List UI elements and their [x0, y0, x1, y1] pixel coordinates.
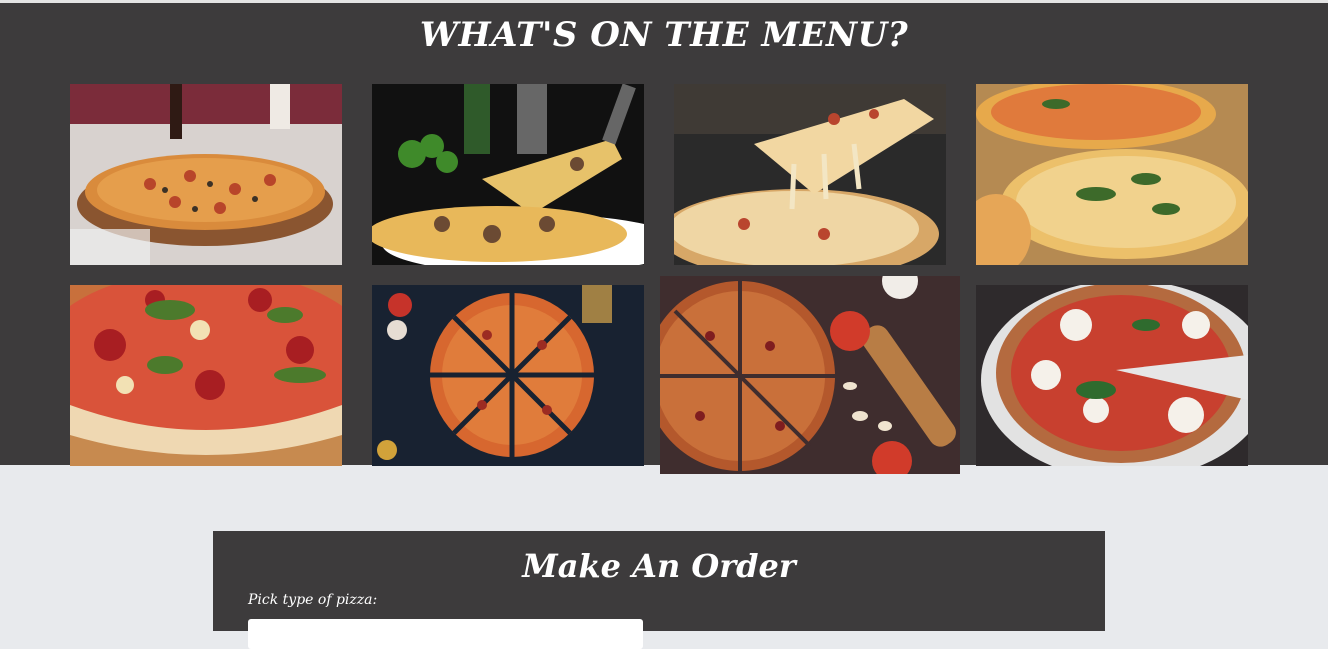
cheese-pull-pizza-photo [674, 84, 946, 265]
pizza-type-select[interactable] [248, 619, 643, 649]
order-form-panel: Make An Order Pick type of pizza: [213, 531, 1105, 649]
rolling-pin-pizza-photo [660, 276, 960, 474]
order-heading: Make An Order [522, 547, 796, 585]
pizza-type-label: Pick type of pizza: [248, 592, 378, 608]
mozzarella-neapolitan-photo [976, 285, 1248, 466]
menu-heading: WHAT'S ON THE MENU? [419, 15, 909, 55]
sliced-pizza-dark-board-photo [372, 285, 644, 466]
menu-section: WHAT'S ON THE MENU? [0, 3, 1328, 474]
mushroom-slice-server-photo [372, 84, 644, 265]
tomato-basil-closeup-photo [70, 285, 342, 466]
margherita-basil-pizza-photo [976, 84, 1248, 265]
pepperoni-olive-pizza-photo [70, 84, 342, 265]
